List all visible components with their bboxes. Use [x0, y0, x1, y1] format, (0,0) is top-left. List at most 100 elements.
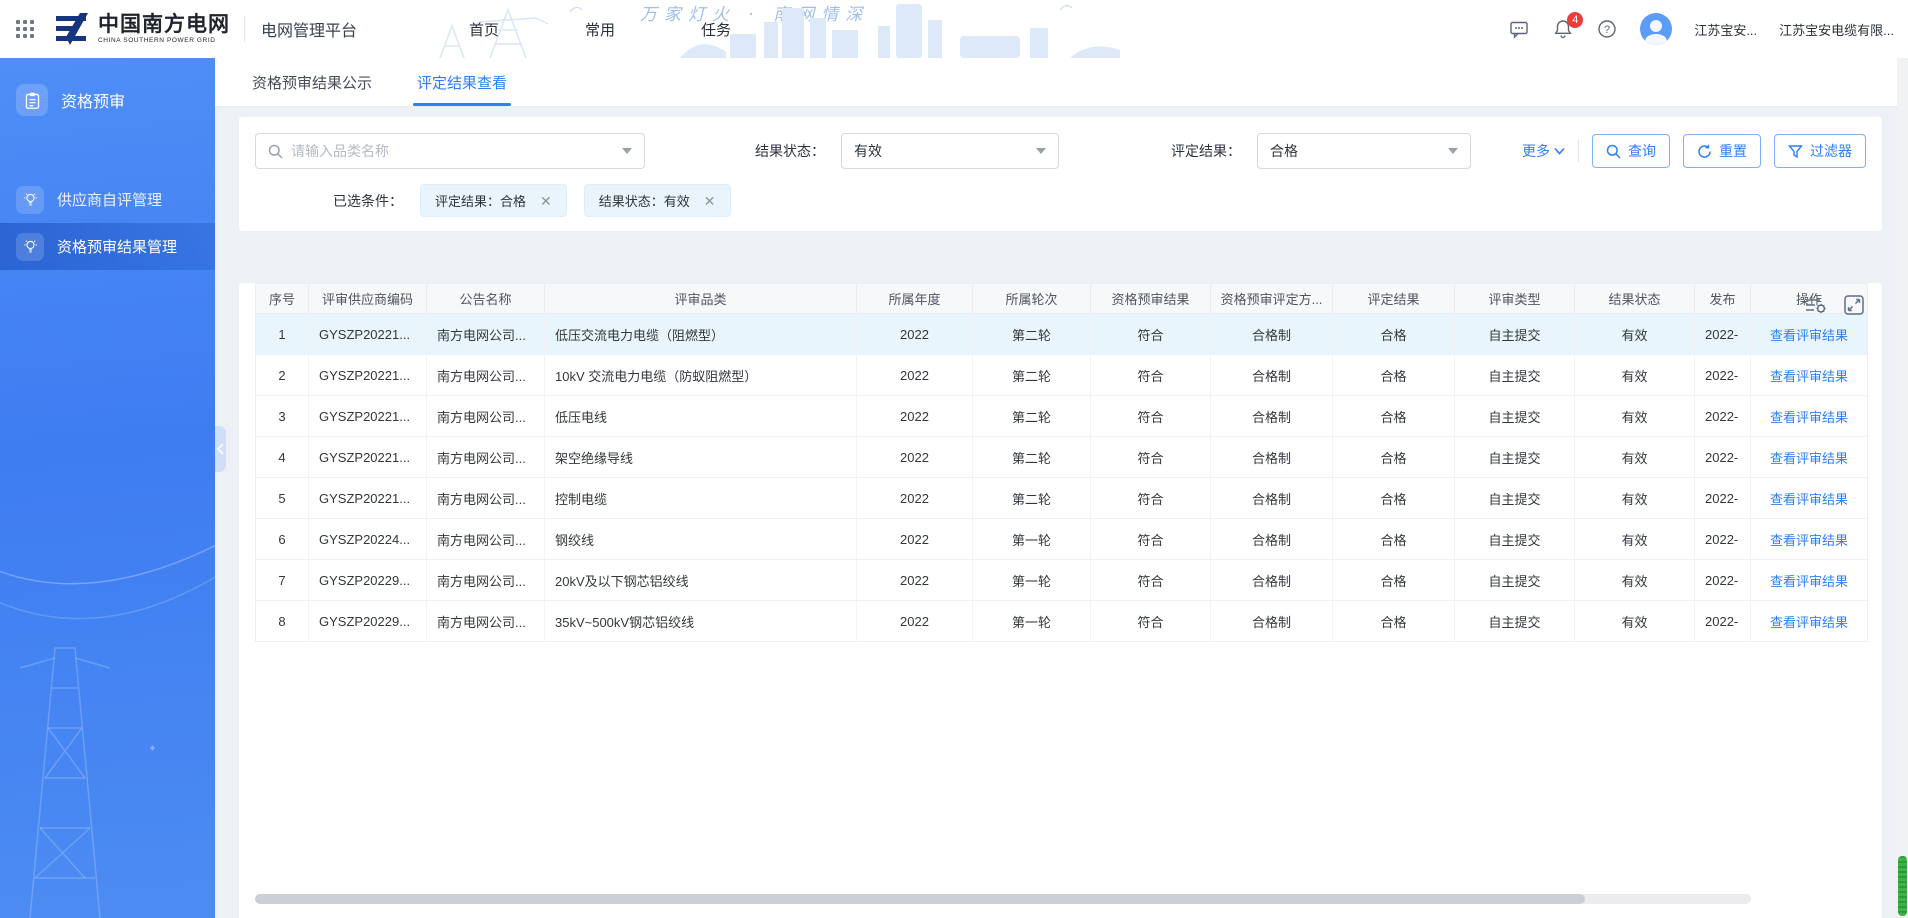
logo: 中国南方电网 CHINA SOUTHERN POWER GRID [54, 11, 230, 47]
logo-title: 中国南方电网 [98, 14, 230, 35]
cell-year: 2022 [857, 519, 973, 560]
column-settings-icon[interactable] [1804, 293, 1828, 317]
logo-subtitle: CHINA SOUTHERN POWER GRID [98, 38, 230, 45]
vertical-scrollbar-thumb[interactable] [1898, 856, 1907, 916]
cell-result: 合格 [1333, 314, 1455, 355]
company-name[interactable]: 江苏宝安电缆有限... [1779, 20, 1894, 39]
cell-status: 有效 [1575, 560, 1695, 601]
cell-pub: 2022- [1695, 437, 1751, 478]
view-review-result-link[interactable]: 查看评审结果 [1751, 560, 1868, 601]
close-icon[interactable]: ✕ [704, 194, 716, 208]
cell-type: 自主提交 [1455, 478, 1575, 519]
sidebar-items: 供应商自评管理资格预审结果管理 [0, 176, 215, 270]
cell-round: 第二轮 [973, 314, 1091, 355]
notification-badge: 4 [1567, 12, 1583, 28]
help-icon[interactable]: ? [1596, 18, 1618, 40]
cell-result: 合格 [1333, 560, 1455, 601]
view-review-result-link[interactable]: 查看评审结果 [1751, 601, 1868, 642]
cell-code: GYSZP20221... [309, 478, 427, 519]
selected-conditions-label: 已选条件： [333, 191, 403, 211]
cell-round: 第二轮 [973, 355, 1091, 396]
sidebar-item-label: 供应商自评管理 [57, 189, 162, 210]
bell-icon[interactable]: 4 [1552, 18, 1574, 40]
cell-notice: 南方电网公司... [427, 601, 545, 642]
page: 万家灯火 · 南网情深 [0, 0, 1908, 918]
column-header: 评审类型 [1455, 284, 1575, 314]
cell-notice: 南方电网公司... [427, 396, 545, 437]
app-grid-icon[interactable] [14, 18, 36, 40]
sidebar-item[interactable]: 资格预审结果管理 [0, 223, 215, 270]
main-area: 资格预审结果公示评定结果查看 请输入品类名称 结果状态： 有效 评定结果： [215, 58, 1908, 918]
query-button[interactable]: 查询 [1592, 134, 1670, 168]
more-link[interactable]: 更多 [1522, 141, 1565, 161]
divider [1578, 140, 1579, 162]
filter-button[interactable]: 过滤器 [1774, 134, 1866, 168]
result-status-select[interactable]: 有效 [841, 133, 1059, 169]
cell-year: 2022 [857, 314, 973, 355]
cell-pub: 2022- [1695, 478, 1751, 519]
message-icon[interactable] [1508, 18, 1530, 40]
platform-title: 电网管理平台 [261, 17, 357, 41]
cell-result: 合格 [1333, 437, 1455, 478]
cell-method: 合格制 [1211, 601, 1333, 642]
reset-button[interactable]: 重置 [1683, 134, 1761, 168]
result-status-label: 结果状态： [755, 141, 825, 161]
table-row: 6GYSZP20224...南方电网公司...钢绞线2022第一轮符合合格制合格… [256, 519, 1868, 560]
view-review-result-link[interactable]: 查看评审结果 [1751, 396, 1868, 437]
view-review-result-link[interactable]: 查看评审结果 [1751, 314, 1868, 355]
cell-method: 合格制 [1211, 396, 1333, 437]
cell-result: 合格 [1333, 519, 1455, 560]
view-review-result-link[interactable]: 查看评审结果 [1751, 519, 1868, 560]
cell-category: 20kV及以下钢芯铝绞线 [545, 560, 857, 601]
cell-no: 4 [256, 437, 309, 478]
tab-bar: 资格预审结果公示 评定结果查看 [215, 58, 1908, 107]
view-review-result-link[interactable]: 查看评审结果 [1751, 437, 1868, 478]
sidebar-collapse-handle[interactable] [215, 426, 226, 472]
cell-status: 有效 [1575, 478, 1695, 519]
category-search-input[interactable]: 请输入品类名称 [255, 133, 645, 169]
csg-logo-icon [54, 11, 90, 47]
chevron-down-icon [622, 148, 632, 154]
filter-panel: 请输入品类名称 结果状态： 有效 评定结果： 合格 [239, 117, 1882, 231]
cell-no: 7 [256, 560, 309, 601]
cell-status: 有效 [1575, 601, 1695, 642]
nav-item[interactable]: 常用 [585, 19, 615, 40]
view-review-result-link[interactable]: 查看评审结果 [1751, 478, 1868, 519]
cell-year: 2022 [857, 396, 973, 437]
avatar[interactable] [1640, 13, 1672, 45]
user-name[interactable]: 江苏宝安... [1694, 20, 1757, 39]
cell-no: 2 [256, 355, 309, 396]
cell-code: GYSZP20229... [309, 560, 427, 601]
search-icon [1606, 144, 1621, 159]
tab[interactable]: 资格预审结果公示 [248, 72, 376, 106]
sidebar-section[interactable]: 资格预审 [0, 58, 215, 116]
nav-item[interactable]: 首页 [469, 19, 499, 40]
cell-year: 2022 [857, 437, 973, 478]
cell-pub: 2022- [1695, 396, 1751, 437]
cell-round: 第二轮 [973, 396, 1091, 437]
clipboard-icon [16, 84, 48, 116]
sidebar-item[interactable]: 供应商自评管理 [0, 176, 215, 223]
tab[interactable]: 评定结果查看 [413, 72, 511, 106]
table-row: 2GYSZP20221...南方电网公司...10kV 交流电力电缆（防蚁阻燃型… [256, 355, 1868, 396]
cell-no: 6 [256, 519, 309, 560]
cell-pub: 2022- [1695, 560, 1751, 601]
chevron-down-icon [1036, 148, 1046, 154]
cell-result: 合格 [1333, 478, 1455, 519]
table-panel: 序号评审供应商编码公告名称评审品类所属年度所属轮次资格预审结果资格预审评定方..… [239, 283, 1882, 918]
column-header: 资格预审评定方... [1211, 284, 1333, 314]
view-review-result-link[interactable]: 查看评审结果 [1751, 355, 1868, 396]
evaluation-result-select[interactable]: 合格 [1257, 133, 1471, 169]
cell-pub: 2022- [1695, 314, 1751, 355]
cell-pub: 2022- [1695, 601, 1751, 642]
column-header: 资格预审结果 [1091, 284, 1211, 314]
close-icon[interactable]: ✕ [540, 194, 552, 208]
cell-code: GYSZP20229... [309, 601, 427, 642]
column-header: 所属轮次 [973, 284, 1091, 314]
cell-year: 2022 [857, 478, 973, 519]
fullscreen-icon[interactable] [1842, 293, 1866, 317]
column-header: 公告名称 [427, 284, 545, 314]
nav-item[interactable]: 任务 [701, 19, 731, 40]
horizontal-scrollbar-thumb[interactable] [255, 894, 1585, 904]
filter-chip: 评定结果：合格✕ [420, 184, 567, 217]
